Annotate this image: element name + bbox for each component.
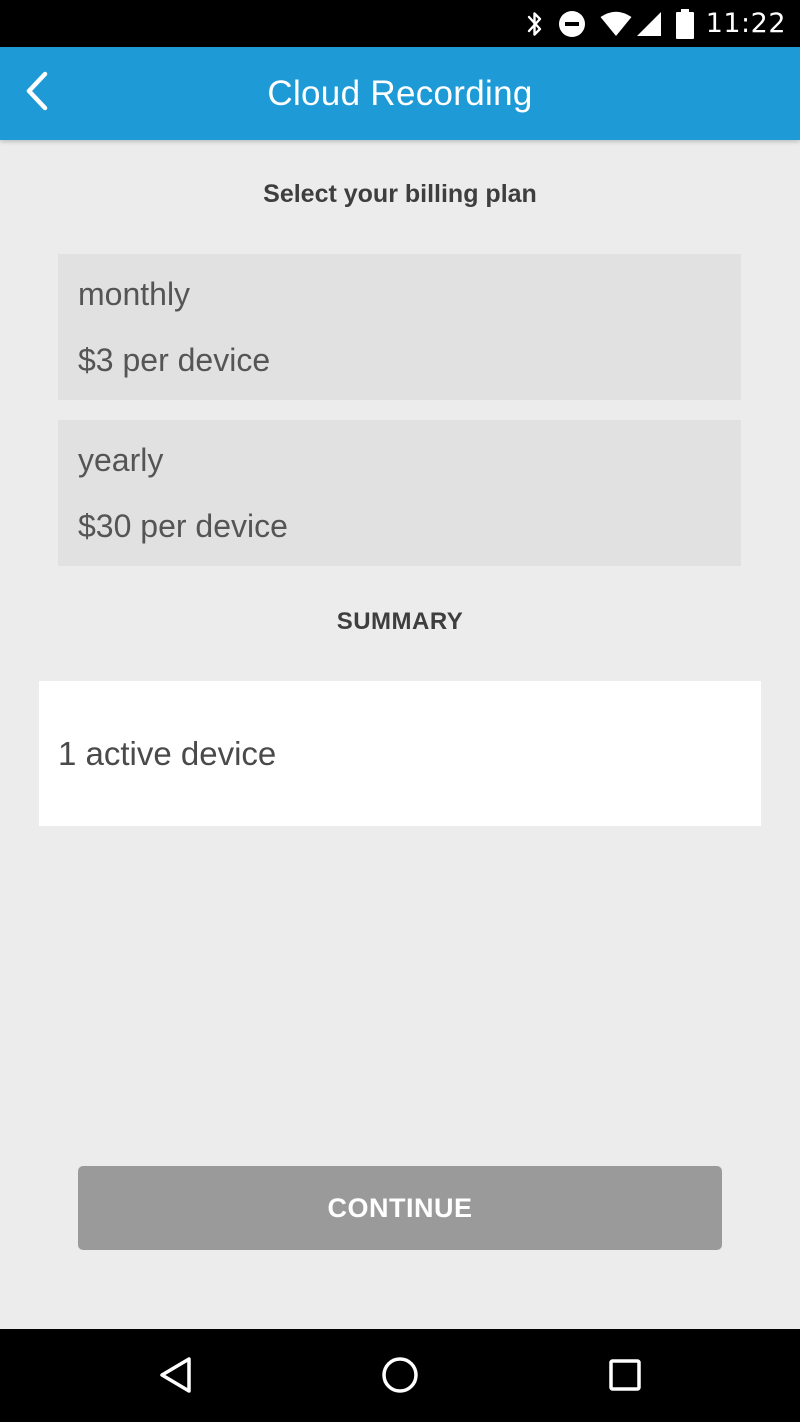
bluetooth-icon xyxy=(526,10,544,38)
app-bar: Cloud Recording xyxy=(0,47,800,140)
cell-signal-icon xyxy=(636,11,662,37)
active-device-count: 1 active device xyxy=(58,735,277,772)
plan-name: yearly xyxy=(78,442,164,478)
plan-option-monthly[interactable]: monthly $3 per device xyxy=(58,254,741,400)
summary-heading: SUMMARY xyxy=(336,608,464,635)
nav-home-button[interactable] xyxy=(370,1347,430,1407)
wifi-icon xyxy=(600,11,632,37)
status-icons: 11:22 xyxy=(526,0,786,47)
billing-plan-heading: Select your billing plan xyxy=(263,180,537,208)
battery-icon xyxy=(675,8,694,39)
nav-recents-button[interactable] xyxy=(595,1347,655,1407)
plan-price: $30 per device xyxy=(78,508,288,544)
continue-button[interactable]: CONTINUE xyxy=(78,1166,722,1250)
do-not-disturb-icon xyxy=(558,10,586,38)
back-triangle-icon xyxy=(158,1355,194,1400)
nav-back-button[interactable] xyxy=(146,1347,206,1407)
recents-square-icon xyxy=(607,1357,643,1398)
plan-price: $3 per device xyxy=(78,342,271,378)
system-nav-bar xyxy=(0,1329,800,1422)
status-time: 11:22 xyxy=(705,8,786,39)
plan-option-yearly[interactable]: yearly $30 per device xyxy=(58,420,741,566)
plan-name: monthly xyxy=(78,276,191,312)
status-bar: 11:22 xyxy=(0,0,800,47)
page-title: Cloud Recording xyxy=(267,74,533,113)
summary-card: 1 active device xyxy=(39,681,761,826)
home-circle-icon xyxy=(380,1355,420,1400)
